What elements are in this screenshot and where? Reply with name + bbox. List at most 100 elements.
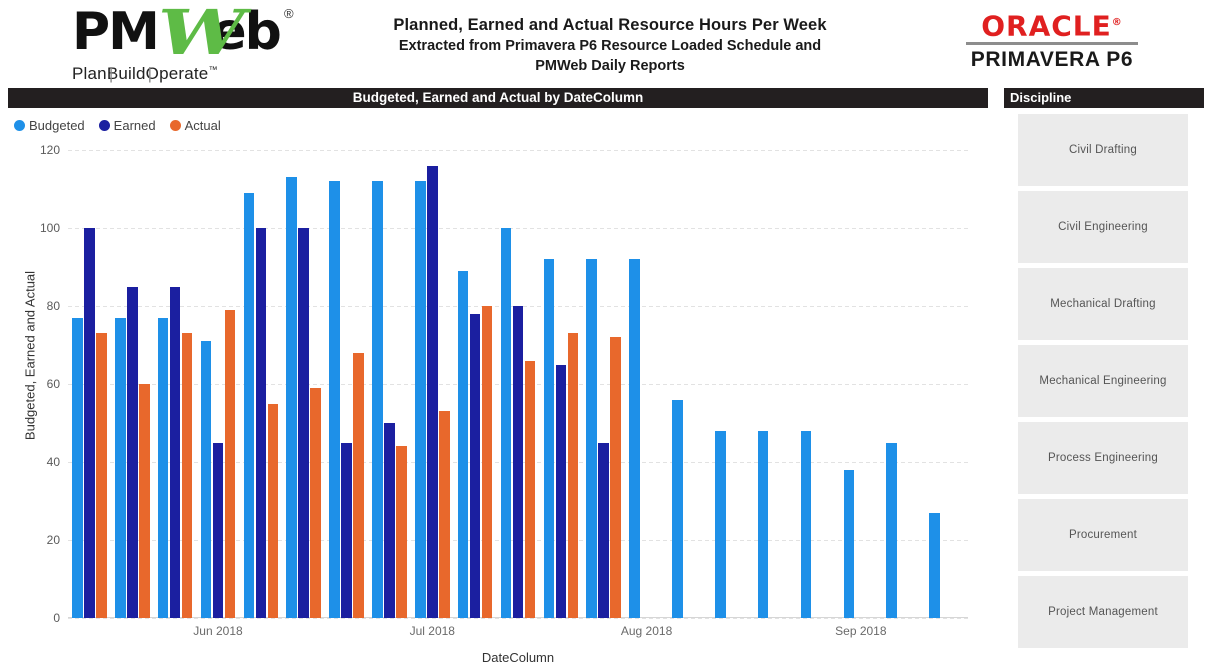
discipline-item-label: Project Management [1048,606,1158,618]
bar-budgeted[interactable] [715,430,726,618]
bar-budgeted[interactable] [886,442,897,618]
bar-budgeted[interactable] [800,430,812,618]
bar-budgeted[interactable] [72,317,83,618]
oracle-primavera-logo: ORACLE® PRIMAVERA P6 [962,8,1142,72]
bar-earned[interactable] [341,442,352,618]
discipline-item[interactable]: Procurement [1018,499,1188,571]
discipline-item[interactable]: Mechanical Drafting [1018,268,1188,340]
discipline-item-label: Procurement [1068,529,1138,541]
primavera-p6-label: PRIMAVERA P6 [970,48,1134,72]
bar-budgeted[interactable] [757,430,769,618]
bar-budgeted[interactable] [200,341,212,618]
report-title-block: Planned, Earned and Actual Resource Hour… [330,14,890,76]
legend-swatch-icon [98,120,110,131]
gridline [68,618,968,619]
x-axis-tick-label: Aug 2018 [620,624,673,638]
discipline-item[interactable]: Mechanical Engineering [1018,345,1188,417]
x-axis-tick-label: Jul 2018 [409,624,455,638]
bar-actual[interactable] [310,387,321,618]
discipline-item[interactable]: Civil Engineering [1018,191,1188,263]
bar-actual[interactable] [267,403,279,618]
bar-budgeted[interactable] [415,181,426,618]
legend-label: Actual [184,118,221,133]
bar-budgeted[interactable] [243,192,255,618]
bar-earned[interactable] [84,228,95,618]
y-axis-tick-label: 40 [46,455,60,469]
bar-budgeted[interactable] [586,259,597,618]
discipline-item-label: Mechanical Drafting [1050,298,1156,310]
y-axis-tick-label: 120 [39,143,60,157]
discipline-panel-header: Discipline [1004,88,1204,108]
bar-actual[interactable] [224,309,236,618]
y-axis-tick-label: 60 [46,377,60,391]
plot-area: 0 20 40 60 80 100 120 Jun 2018 Jul 2018 Aug 2018… [40,143,968,664]
bar-earned[interactable] [427,165,438,618]
bar-actual[interactable] [481,306,493,618]
report-title-line-1: Planned, Earned and Actual Resource Hour… [393,16,827,34]
bar-budgeted[interactable] [672,399,683,618]
tagline-plan: Plan [72,64,107,83]
oracle-wordmark: ORACLE® [981,9,1123,43]
bar-series-container [68,150,968,618]
bar-earned[interactable] [298,228,309,618]
registered-mark: ® [284,6,294,21]
report-title-line-3: PMWeb Daily Reports [535,58,685,74]
bar-budgeted[interactable] [115,317,126,618]
discipline-item[interactable]: Project Management [1018,576,1188,648]
bar-earned[interactable] [255,228,267,618]
report-page: PMWeb W ® Plan|Build|Operate™ Planned, E… [0,0,1212,664]
discipline-item[interactable]: Civil Drafting [1018,114,1188,186]
legend-item[interactable]: Budgeted [14,118,85,133]
bar-budgeted[interactable] [843,469,855,618]
bar-budgeted[interactable] [286,177,297,618]
legend-label: Earned [113,118,156,133]
tagline-sep-2: | [147,64,153,83]
bar-actual[interactable] [567,333,579,618]
bar-budgeted[interactable] [500,228,512,618]
x-axis-tick-label: Jun 2018 [193,624,243,638]
bar-earned[interactable] [384,423,395,618]
bar-earned[interactable] [169,286,181,618]
bar-actual[interactable] [610,337,621,618]
legend-label: Budgeted [29,118,85,133]
y-axis-title: Budgeted, Earned and Actual [22,270,38,441]
discipline-item-label: Process Engineering [1048,452,1158,464]
bar-budgeted[interactable] [457,270,469,618]
bar-actual[interactable] [524,360,536,618]
bar-budgeted[interactable] [329,181,340,618]
bar-budgeted[interactable] [543,259,555,618]
bar-earned[interactable] [212,442,224,618]
bar-chart: Budgeted Earned Actual Budgeted, Earned an… [0,108,990,664]
bar-budgeted[interactable] [929,512,940,618]
y-axis-tick-label: 0 [53,611,60,625]
y-axis-tick-label: 80 [46,299,60,313]
x-axis-tick-label: Sep 2018 [835,624,887,638]
pmweb-logo: PMWeb W ® Plan|Build|Operate™ [72,2,312,84]
bar-earned[interactable] [127,286,138,618]
discipline-item-label: Mechanical Engineering [1039,375,1167,387]
legend-item[interactable]: Earned [98,118,156,133]
discipline-panel-title: Discipline [1010,90,1072,105]
pmweb-green-w: W [158,0,246,69]
bar-actual[interactable] [181,333,193,618]
legend-swatch-icon [14,120,25,131]
legend-item[interactable]: Actual [169,118,221,133]
bar-earned[interactable] [469,313,481,618]
bar-budgeted[interactable] [157,317,169,618]
y-axis-tick-label: 100 [39,221,60,235]
bar-earned[interactable] [555,364,567,618]
bar-earned[interactable] [512,306,524,618]
bar-actual[interactable] [139,384,150,618]
x-axis-title: DateColumn [481,650,555,664]
bar-budgeted[interactable] [372,181,383,618]
discipline-slicer-list[interactable]: Civil Drafting Civil Engineering Mechanica… [1018,114,1188,653]
bar-actual[interactable] [439,411,450,618]
bar-earned[interactable] [598,442,609,618]
bar-budgeted[interactable] [629,259,640,618]
discipline-item[interactable]: Process Engineering [1018,422,1188,494]
bar-actual[interactable] [396,446,407,618]
pmweb-wordmark: PMWeb W ® [72,2,312,64]
bar-actual[interactable] [353,352,364,618]
bar-actual[interactable] [96,333,107,618]
legend-swatch-icon [169,120,181,131]
